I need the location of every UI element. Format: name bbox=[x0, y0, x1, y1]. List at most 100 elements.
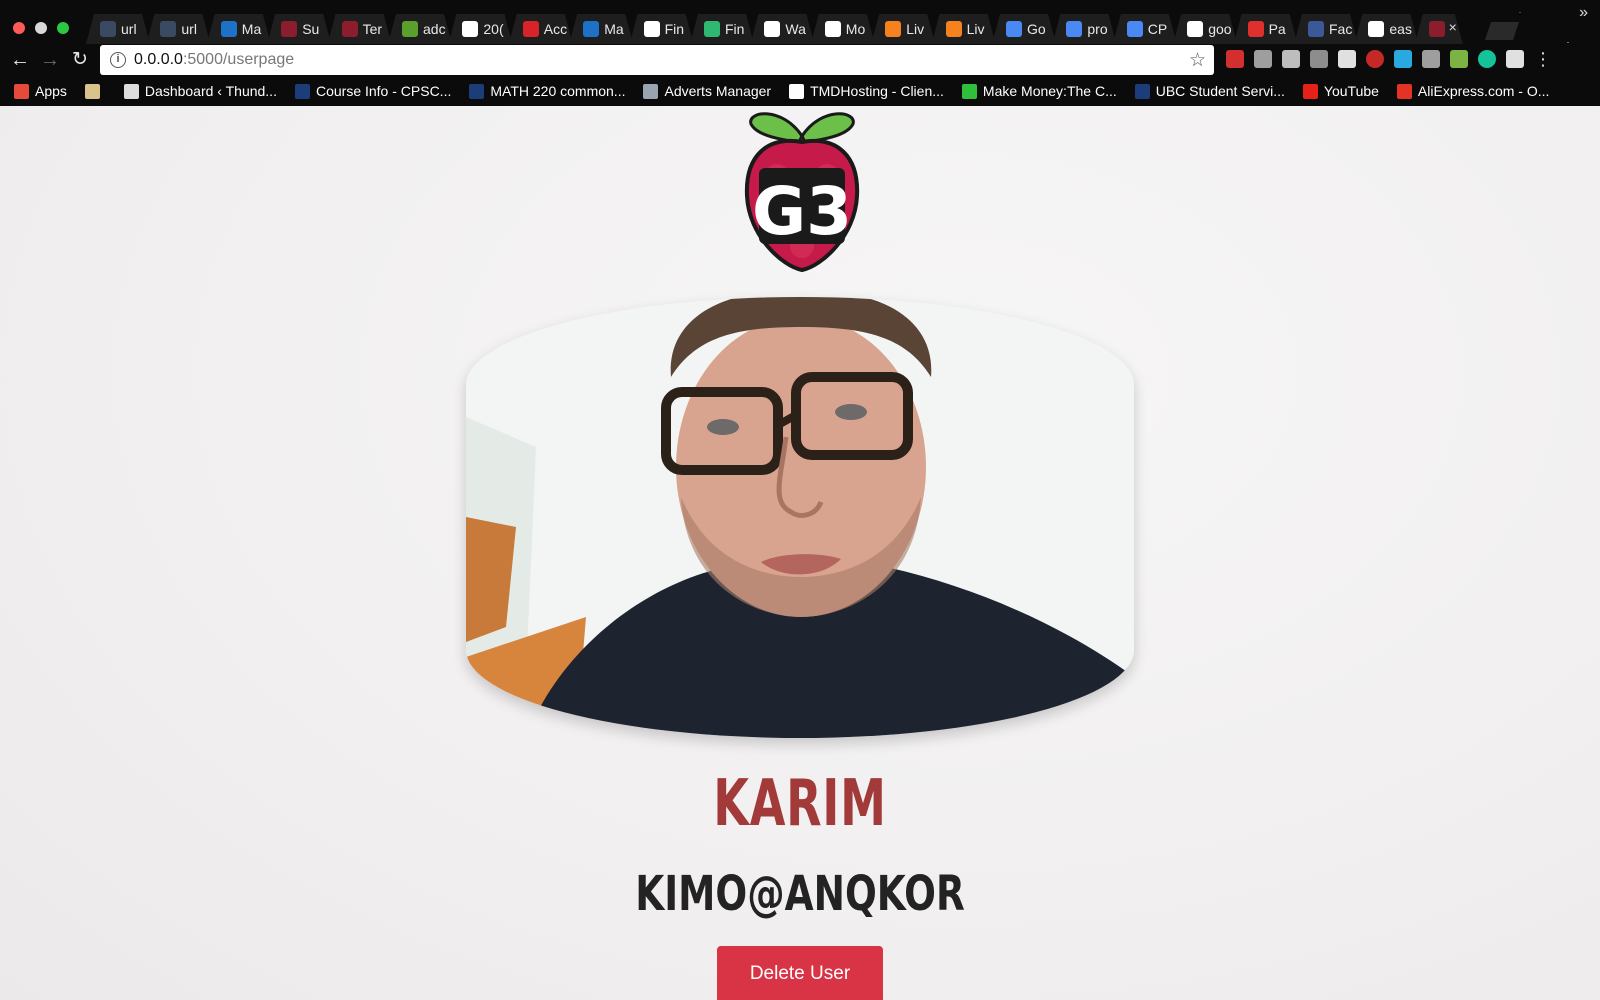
bookmark-label: MATH 220 common... bbox=[490, 83, 626, 99]
google-icon bbox=[462, 21, 478, 37]
bookmark-item[interactable]: TMDHosting - Clien... bbox=[789, 83, 944, 99]
info-icon[interactable]: i bbox=[110, 52, 126, 68]
google-icon bbox=[1187, 21, 1203, 37]
tab-label: Acc bbox=[543, 21, 568, 37]
bookmark-item[interactable]: Make Money:The C... bbox=[961, 83, 1117, 99]
browser-tab[interactable]: Mo bbox=[811, 14, 875, 44]
bookmark-item[interactable]: YouTube bbox=[1302, 83, 1379, 99]
g3-icon bbox=[281, 21, 297, 37]
tab-label: Mo bbox=[845, 21, 866, 37]
tab-label: Ma bbox=[604, 21, 624, 37]
g3-icon bbox=[342, 21, 358, 37]
android-icon bbox=[402, 21, 418, 37]
browser-tab[interactable]: × bbox=[1415, 14, 1463, 44]
outlook-icon bbox=[221, 21, 237, 37]
browser-tab[interactable]: Pa bbox=[1234, 14, 1298, 44]
outlook-icon bbox=[583, 21, 599, 37]
tab-label: eas bbox=[1389, 21, 1412, 37]
forward-arrow-icon[interactable]: → bbox=[38, 48, 62, 72]
r-ext-icon[interactable] bbox=[1310, 50, 1328, 68]
barcode-ext-icon[interactable] bbox=[1338, 50, 1356, 68]
bookmark-favicon-icon bbox=[469, 83, 485, 99]
browser-tab[interactable]: Go bbox=[992, 14, 1056, 44]
user-photo bbox=[466, 297, 1134, 738]
browser-tab[interactable]: Fac bbox=[1294, 14, 1358, 44]
download-ext-icon[interactable] bbox=[1450, 50, 1468, 68]
google-icon bbox=[1368, 21, 1384, 37]
tab-label: Fin bbox=[664, 21, 685, 37]
address-bar[interactable]: i 0.0.0.0:5000/userpage ☆ bbox=[100, 45, 1214, 75]
new-tab-button[interactable] bbox=[1485, 22, 1519, 40]
browser-tab[interactable]: Liv bbox=[932, 14, 996, 44]
extension-icons: ⋮ bbox=[1226, 50, 1552, 68]
location-ext-icon[interactable] bbox=[1394, 50, 1412, 68]
bookmark-item[interactable]: UBC Student Servi... bbox=[1134, 83, 1285, 99]
browser-tab[interactable]: Ma bbox=[207, 14, 271, 44]
tab-label: url bbox=[181, 21, 197, 37]
bookmark-label: Make Money:The C... bbox=[982, 83, 1117, 99]
tab-label: Ter bbox=[362, 21, 383, 37]
medium-icon bbox=[825, 21, 841, 37]
facebook-icon bbox=[1308, 21, 1324, 37]
browser-tab[interactable]: url bbox=[146, 14, 210, 44]
browser-tab[interactable]: 20( bbox=[448, 14, 512, 44]
bookmark-favicon-icon bbox=[789, 83, 805, 99]
browser-tab[interactable]: Fin bbox=[630, 14, 694, 44]
bookmark-item[interactable]: MATH 220 common... bbox=[469, 83, 625, 99]
notes-ext-icon[interactable] bbox=[1282, 50, 1300, 68]
browser-tab[interactable]: Fin bbox=[690, 14, 754, 44]
browser-tab[interactable]: CP bbox=[1113, 14, 1177, 44]
browser-tab[interactable]: Acc bbox=[509, 14, 573, 44]
blocker-ext-icon[interactable] bbox=[1366, 50, 1384, 68]
docs-icon bbox=[1006, 21, 1022, 37]
bookmarks-overflow-icon[interactable]: » bbox=[1579, 4, 1588, 22]
bookmark-favicon-icon bbox=[123, 83, 139, 99]
browser-tab[interactable]: goo bbox=[1173, 14, 1237, 44]
browser-tab[interactable]: eas bbox=[1354, 14, 1418, 44]
browser-toolbar: ← → ↻ i 0.0.0.0:5000/userpage ☆ ⋮ bbox=[0, 44, 1600, 76]
tab-label: Go bbox=[1027, 21, 1046, 37]
bookmark-item[interactable]: AliExpress.com - O... bbox=[1396, 83, 1549, 99]
bookmark-favicon-icon bbox=[84, 83, 100, 99]
browser-tab[interactable]: pro bbox=[1052, 14, 1116, 44]
browser-tab[interactable]: Liv bbox=[871, 14, 935, 44]
bookmark-item[interactable]: Adverts Manager bbox=[643, 83, 771, 99]
g3-icon bbox=[1429, 21, 1445, 37]
bookmark-item[interactable]: Course Info - CPSC... bbox=[294, 83, 451, 99]
back-arrow-icon[interactable]: ← bbox=[8, 48, 32, 72]
tab-label: url bbox=[121, 21, 137, 37]
tab-strip: url url Ma Su Ter adc 20( Acc Ma Fin Fin Wa Mo Liv Liv… bbox=[0, 8, 1600, 42]
tab-label: Wa bbox=[785, 21, 806, 37]
browser-tab[interactable]: Su bbox=[267, 14, 331, 44]
browser-tab[interactable]: Wa bbox=[750, 14, 814, 44]
browser-tab[interactable]: Ma bbox=[569, 14, 633, 44]
user-page: G3 KARIM KIMO@ANQKOR Delete User bbox=[0, 106, 1600, 1000]
bookmark-item[interactable]: Dashboard ‹ Thund... bbox=[123, 83, 277, 99]
docs-icon bbox=[1127, 21, 1143, 37]
code-ext-icon[interactable] bbox=[1422, 50, 1440, 68]
tab-label: Su bbox=[302, 21, 320, 37]
grammarly-ext-icon[interactable] bbox=[1478, 50, 1496, 68]
reload-icon[interactable]: ↻ bbox=[68, 48, 92, 72]
maximize-window-button[interactable] bbox=[57, 22, 69, 34]
close-tab-icon[interactable]: × bbox=[1449, 19, 1457, 35]
close-window-button[interactable] bbox=[13, 22, 25, 34]
delete-user-button[interactable]: Delete User bbox=[717, 946, 883, 1000]
bookmark-star-icon[interactable]: ☆ bbox=[1189, 49, 1206, 72]
browser-tab[interactable]: url bbox=[86, 14, 150, 44]
tab-label: CP bbox=[1147, 21, 1168, 37]
url-path: :5000/userpage bbox=[182, 51, 295, 68]
drive-ext-icon[interactable] bbox=[1254, 50, 1272, 68]
youtube-ext-icon[interactable] bbox=[1226, 50, 1244, 68]
menu-kebab-icon[interactable]: ⋮ bbox=[1534, 50, 1552, 68]
browser-tab[interactable]: adc bbox=[388, 14, 452, 44]
bookmark-favicon-icon bbox=[643, 83, 659, 99]
google-icon bbox=[644, 21, 660, 37]
browser-tab[interactable]: Ter bbox=[328, 14, 392, 44]
bookmark-item[interactable]: Apps bbox=[14, 83, 67, 99]
tab-label: goo bbox=[1208, 21, 1232, 37]
s-ext-icon[interactable] bbox=[1506, 50, 1524, 68]
minimize-window-button[interactable] bbox=[35, 22, 47, 34]
bookmark-item[interactable] bbox=[84, 83, 106, 99]
bookmark-label: Adverts Manager bbox=[664, 83, 772, 99]
